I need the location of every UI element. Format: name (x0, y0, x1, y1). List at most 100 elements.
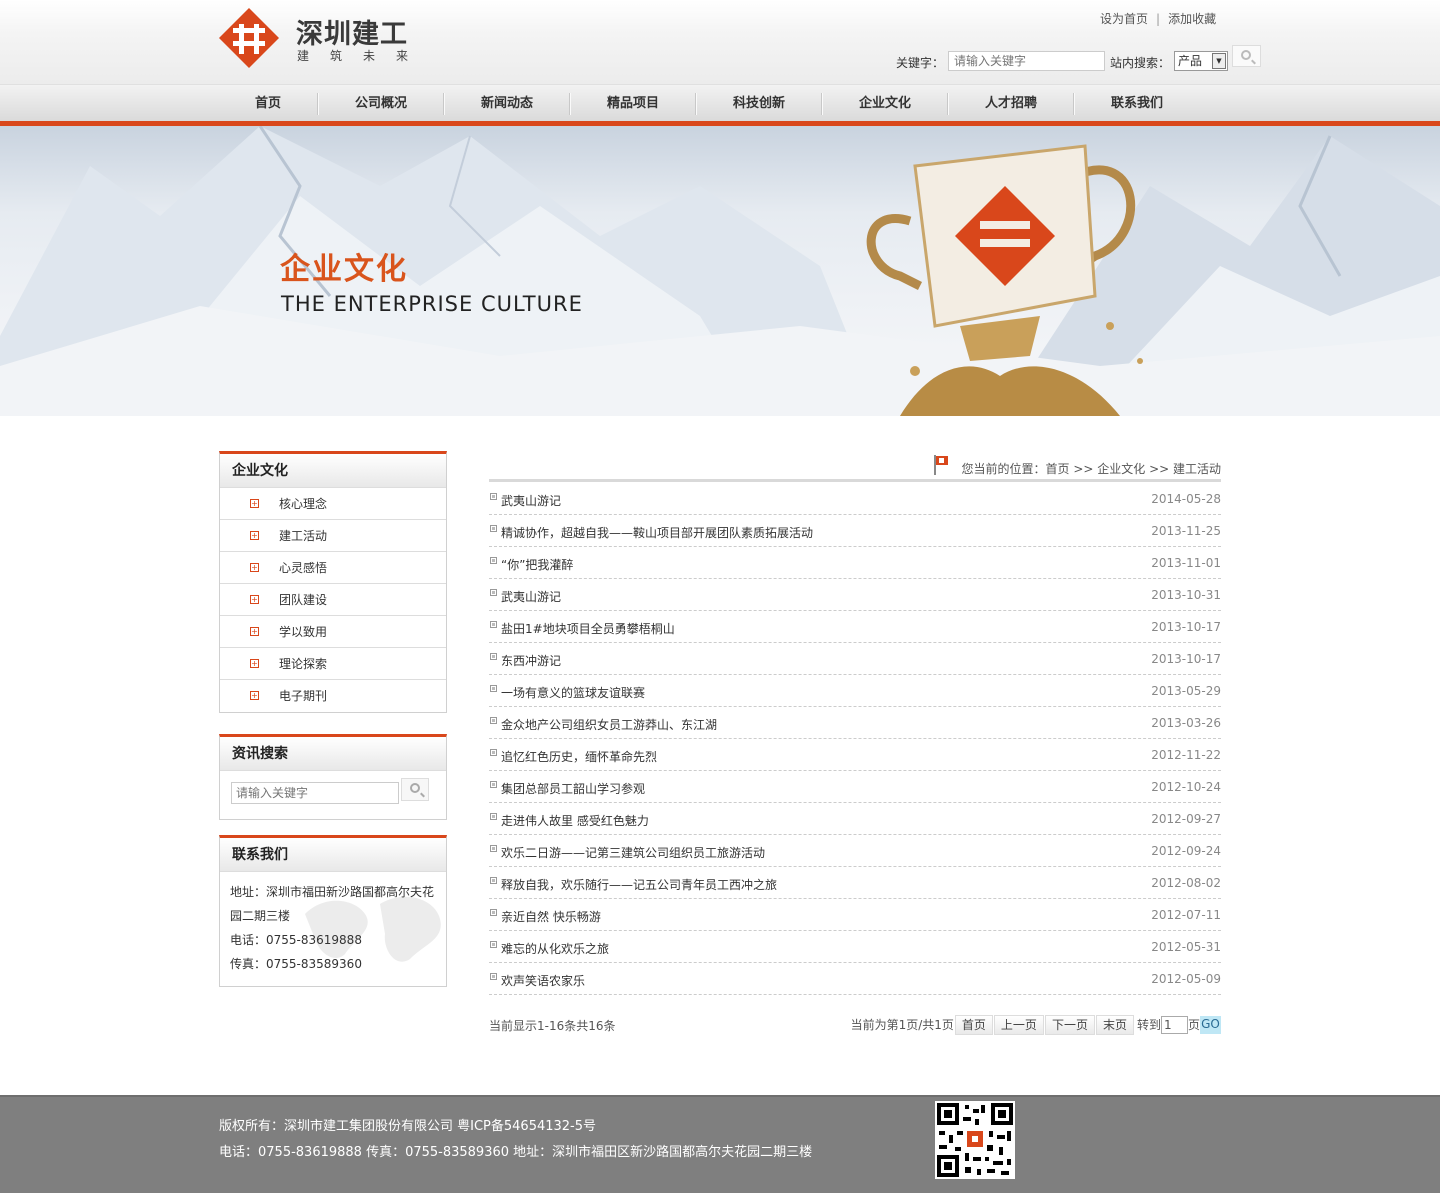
pager-first-button[interactable]: 首页 (954, 1015, 993, 1035)
nav-item-projects[interactable]: 精品项目 (570, 85, 696, 122)
nav-item-technology[interactable]: 科技创新 (696, 85, 822, 122)
list-item[interactable]: 欢声笑语农家乐 2012-05-09 (489, 963, 1221, 995)
news-title[interactable]: 武夷山游记 (501, 492, 561, 509)
list-item[interactable]: 精诚协作，超越自我——鞍山项目部开展团队素质拓展活动 2013-11-25 (489, 515, 1221, 547)
sidebar-item-e-journal[interactable]: + 电子期刊 (220, 680, 446, 712)
category-box-title: 企业文化 (220, 454, 446, 488)
sidebar-item-core-philosophy[interactable]: + 核心理念 (220, 488, 446, 520)
site-search-select[interactable]: 产品 ▼ (1174, 51, 1228, 71)
bullet-icon (490, 813, 497, 820)
news-title[interactable]: “你”把我灌醉 (501, 556, 573, 573)
sidebar-item-theory[interactable]: + 理论探索 (220, 648, 446, 680)
news-date: 2013-11-25 (1151, 524, 1221, 538)
news-title[interactable]: 一场有意义的篮球友谊联赛 (501, 684, 645, 701)
sidebar-item-application[interactable]: + 学以致用 (220, 616, 446, 648)
list-item[interactable]: “你”把我灌醉 2013-11-01 (489, 547, 1221, 579)
bullet-icon (490, 749, 497, 756)
nav-item-culture[interactable]: 企业文化 (822, 85, 948, 122)
bullet-icon (490, 877, 497, 884)
news-title[interactable]: 武夷山游记 (501, 588, 561, 605)
list-item[interactable]: 追忆红色历史，缅怀革命先烈 2012-11-22 (489, 739, 1221, 771)
pager-go-button[interactable]: GO (1200, 1016, 1221, 1034)
news-date: 2012-07-11 (1151, 908, 1221, 922)
sidebar-item-label: 电子期刊 (279, 689, 328, 703)
search-icon (1241, 50, 1251, 60)
list-item[interactable]: 金众地产公司组织女员工游莽山、东江湖 2013-03-26 (489, 707, 1221, 739)
pager-next-button[interactable]: 下一页 (1044, 1015, 1095, 1035)
list-item[interactable]: 走进伟人故里 感受红色魅力 2012-09-27 (489, 803, 1221, 835)
news-title[interactable]: 欢乐二日游——记第三建筑公司组织员工旅游活动 (501, 844, 765, 861)
list-item[interactable]: 盐田1#地块项目全员勇攀梧桐山 2013-10-17 (489, 611, 1221, 643)
list-item[interactable]: 武夷山游记 2013-10-31 (489, 579, 1221, 611)
news-title[interactable]: 亲近自然 快乐畅游 (501, 908, 601, 925)
nav-item-news[interactable]: 新闻动态 (444, 85, 570, 122)
list-item[interactable]: 难忘的从化欢乐之旅 2012-05-31 (489, 931, 1221, 963)
bullet-icon (490, 781, 497, 788)
pager-last-button[interactable]: 末页 (1095, 1015, 1134, 1035)
list-item[interactable]: 释放自我，欢乐随行——记五公司青年员工西冲之旅 2012-08-02 (489, 867, 1221, 899)
sidebar-item-activities[interactable]: + 建工活动 (220, 520, 446, 552)
news-date: 2013-10-31 (1151, 588, 1221, 602)
news-date: 2013-11-01 (1151, 556, 1221, 570)
list-item[interactable]: 集团总部员工韶山学习参观 2012-10-24 (489, 771, 1221, 803)
news-title[interactable]: 难忘的从化欢乐之旅 (501, 940, 609, 957)
culture-banner: 企业文化 THE ENTERPRISE CULTURE (0, 126, 1440, 416)
nav-item-contact[interactable]: 联系我们 (1074, 85, 1200, 122)
banner-title: 企业文化 (280, 252, 408, 287)
contact-phone: 电话：0755-83619888 (230, 933, 362, 947)
breadcrumb-bar: 您当前的位置：首页 >> 企业文化 >> 建工活动 (489, 452, 1221, 482)
pager-goto-input[interactable]: 1 (1160, 1016, 1188, 1034)
pager-summary: 当前显示1-16条共16条 (489, 1019, 616, 1033)
logo-subtitle: 建筑未来 (297, 49, 430, 63)
set-homepage-link[interactable]: 设为首页 (1100, 12, 1148, 26)
news-title[interactable]: 释放自我，欢乐随行——记五公司青年员工西冲之旅 (501, 876, 777, 893)
list-item[interactable]: 亲近自然 快乐畅游 2012-07-11 (489, 899, 1221, 931)
top-links: 设为首页 | 添加收藏 (1100, 10, 1216, 27)
news-title[interactable]: 盐田1#地块项目全员勇攀梧桐山 (501, 620, 675, 637)
contact-box-title: 联系我们 (220, 838, 446, 872)
list-item[interactable]: 一场有意义的篮球友谊联赛 2013-05-29 (489, 675, 1221, 707)
bullet-icon (490, 525, 497, 532)
keyword-input[interactable] (948, 51, 1105, 71)
sidebar-item-team-building[interactable]: + 团队建设 (220, 584, 446, 616)
news-date: 2012-05-09 (1151, 972, 1221, 986)
sidebar-item-label: 理论探索 (279, 657, 328, 671)
breadcrumb: 您当前的位置：首页 >> 企业文化 >> 建工活动 (961, 462, 1221, 476)
info-search-button[interactable] (401, 778, 429, 801)
add-favorite-link[interactable]: 添加收藏 (1168, 12, 1216, 26)
pager-prev-button[interactable]: 上一页 (993, 1015, 1044, 1035)
list-item[interactable]: 武夷山游记 2014-05-28 (489, 483, 1221, 515)
news-date: 2013-10-17 (1151, 652, 1221, 666)
bullet-icon (490, 845, 497, 852)
news-title[interactable]: 追忆红色历史，缅怀革命先烈 (501, 748, 657, 765)
news-title[interactable]: 金众地产公司组织女员工游莽山、东江湖 (501, 716, 717, 733)
company-logo-icon[interactable] (219, 8, 279, 68)
info-search-title: 资讯搜索 (220, 737, 446, 771)
nav-item-home[interactable]: 首页 (205, 85, 331, 122)
nav-item-careers[interactable]: 人才招聘 (948, 85, 1074, 122)
plus-icon: + (250, 531, 259, 540)
list-item[interactable]: 欢乐二日游——记第三建筑公司组织员工旅游活动 2012-09-24 (489, 835, 1221, 867)
news-title[interactable]: 集团总部员工韶山学习参观 (501, 780, 645, 797)
bullet-icon (490, 589, 497, 596)
bullet-icon (490, 621, 497, 628)
flag-icon (934, 455, 948, 475)
news-title[interactable]: 走进伟人故里 感受红色魅力 (501, 812, 649, 829)
dropdown-arrow-icon: ▼ (1212, 53, 1226, 69)
nav-item-about[interactable]: 公司概况 (318, 85, 444, 122)
plus-icon: + (250, 499, 259, 508)
sidebar-item-reflections[interactable]: + 心灵感悟 (220, 552, 446, 584)
sidebar-item-label: 心灵感悟 (279, 561, 328, 575)
plus-icon: + (250, 563, 259, 572)
news-title[interactable]: 欢声笑语农家乐 (501, 972, 585, 989)
info-search-input[interactable] (231, 782, 399, 804)
plus-icon: + (250, 659, 259, 668)
list-item[interactable]: 东西冲游记 2013-10-17 (489, 643, 1221, 675)
search-icon (410, 783, 420, 793)
news-title[interactable]: 东西冲游记 (501, 652, 561, 669)
snow-mountains-image (0, 126, 1440, 416)
news-title[interactable]: 精诚协作，超越自我——鞍山项目部开展团队素质拓展活动 (501, 524, 813, 541)
category-box: 企业文化 + 核心理念 + 建工活动 + 心灵感悟 + 团队建设 + 学以致用 + 理论探索… (219, 451, 447, 713)
site-footer: 版权所有：深圳市建工集团股份有限公司 粤ICP备54654132-5号 电话：0… (0, 1095, 1440, 1193)
header-search-button[interactable] (1232, 45, 1261, 67)
